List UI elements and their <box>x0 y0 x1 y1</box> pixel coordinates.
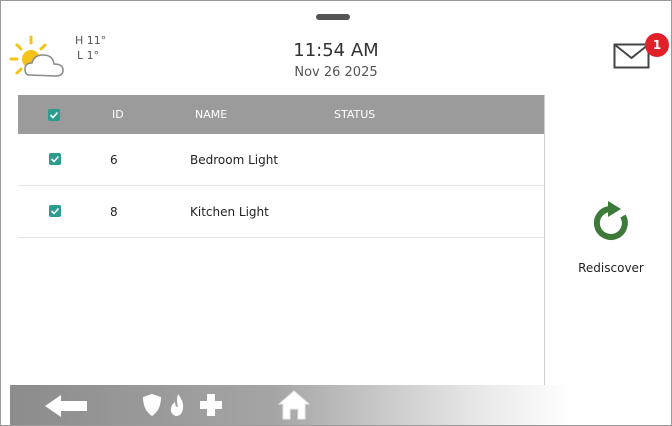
device-id: 8 <box>110 205 118 219</box>
table-header: ID NAME STATUS <box>18 95 544 134</box>
pull-down-handle[interactable] <box>316 14 350 20</box>
check-icon <box>49 111 59 119</box>
rediscover-label: Rediscover <box>578 261 644 275</box>
messages-button[interactable]: 1 <box>613 33 669 73</box>
column-status[interactable]: STATUS <box>334 108 375 121</box>
device-name: Bedroom Light <box>190 153 279 167</box>
column-id[interactable]: ID <box>112 108 124 121</box>
fire-icon[interactable] <box>170 394 186 416</box>
rediscover-button[interactable]: Rediscover <box>571 201 651 281</box>
device-name: Kitchen Light <box>190 205 269 219</box>
table-row[interactable]: 6 Bedroom Light <box>18 134 544 186</box>
panel-divider <box>544 95 545 385</box>
temp-high: H 11° <box>75 34 107 47</box>
weather-widget[interactable]: H 11° L 1° <box>9 31 119 87</box>
row-checkbox[interactable] <box>49 153 61 165</box>
clock: 11:54 AM Nov 26 2025 <box>241 40 431 81</box>
home-icon[interactable] <box>278 390 310 420</box>
check-icon <box>50 155 60 163</box>
medical-cross-icon[interactable] <box>200 394 222 416</box>
back-arrow-icon[interactable] <box>45 395 87 417</box>
screen: H 11° L 1° 11:54 AM Nov 26 2025 1 ID NAM… <box>0 0 672 426</box>
check-icon <box>50 207 60 215</box>
select-all-checkbox[interactable] <box>48 109 60 121</box>
clock-date: Nov 26 2025 <box>294 65 378 80</box>
partly-sunny-icon <box>9 35 64 77</box>
bottom-navigation <box>10 385 670 425</box>
clock-time: 11:54 AM <box>293 40 379 61</box>
device-id: 6 <box>110 153 118 167</box>
row-checkbox[interactable] <box>49 205 61 217</box>
shield-icon[interactable] <box>143 394 161 416</box>
column-name[interactable]: NAME <box>195 108 227 121</box>
refresh-icon <box>593 201 628 240</box>
temp-low: L 1° <box>77 49 100 62</box>
devices-table: ID NAME STATUS 6 Bedroom Light 8 Kitchen… <box>18 95 544 385</box>
message-count-badge: 1 <box>645 33 669 57</box>
table-row[interactable]: 8 Kitchen Light <box>18 186 544 238</box>
